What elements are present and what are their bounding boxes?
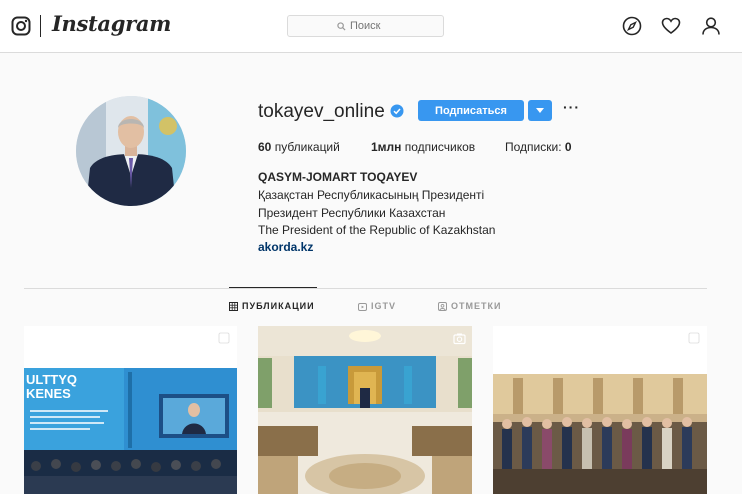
bio-website-link[interactable]: akorda.kz bbox=[258, 240, 313, 254]
carousel-icon bbox=[218, 332, 230, 344]
tagged-icon bbox=[438, 301, 447, 311]
profile-avatar bbox=[76, 96, 186, 206]
search-input[interactable] bbox=[350, 20, 394, 32]
search-icon bbox=[337, 21, 346, 31]
bio-line: Қазақстан Республикасының Президенті bbox=[258, 188, 485, 202]
banner-text: KENES bbox=[26, 386, 71, 401]
more-options-icon[interactable]: ··· bbox=[563, 100, 579, 118]
profile-username: tokayev_online bbox=[258, 101, 385, 122]
tab-tagged[interactable]: ОТМЕТКИ bbox=[438, 301, 501, 311]
post-thumbnail[interactable] bbox=[258, 326, 472, 494]
followers-count: 1млн bbox=[371, 140, 402, 154]
instagram-glyph-icon[interactable] bbox=[11, 16, 31, 36]
tabs-divider bbox=[24, 288, 707, 289]
post-image: ULTTYQ KENES bbox=[24, 326, 237, 494]
user-icon[interactable] bbox=[701, 16, 721, 36]
stat-following[interactable]: Подписки: 0 bbox=[505, 140, 572, 154]
compass-icon[interactable] bbox=[622, 16, 642, 36]
tab-igtv[interactable]: IGTV bbox=[358, 301, 396, 311]
follow-button[interactable]: Подписаться bbox=[418, 100, 524, 121]
post-image bbox=[258, 326, 472, 494]
carousel-icon bbox=[688, 332, 700, 344]
igtv-icon bbox=[358, 302, 367, 311]
heart-icon[interactable] bbox=[661, 16, 681, 36]
bio-full-name: QASYM-JOMART TOQAYEV bbox=[258, 170, 418, 184]
stat-followers[interactable]: 1млн подписчиков bbox=[371, 140, 475, 154]
camera-icon bbox=[453, 333, 466, 345]
bio-line: Президент Республики Казахстан bbox=[258, 206, 446, 220]
post-thumbnail[interactable] bbox=[493, 326, 707, 494]
logo-divider bbox=[40, 15, 41, 37]
instagram-wordmark[interactable]: Instagram bbox=[52, 11, 171, 36]
post-thumbnail[interactable]: ULTTYQ KENES bbox=[24, 326, 237, 494]
posts-label: публикаций bbox=[274, 140, 340, 154]
following-label: Подписки: bbox=[505, 140, 562, 154]
active-tab-indicator bbox=[229, 287, 317, 288]
post-image bbox=[493, 326, 707, 494]
verified-badge-icon bbox=[390, 104, 404, 118]
following-count: 0 bbox=[564, 140, 572, 154]
grid-icon bbox=[229, 301, 238, 311]
followers-label: подписчиков bbox=[404, 140, 476, 154]
top-nav: Instagram bbox=[0, 0, 742, 53]
banner-text: ULTTYQ bbox=[26, 372, 77, 387]
tab-label: ПУБЛИКАЦИИ bbox=[242, 301, 315, 311]
tab-label: ОТМЕТКИ bbox=[451, 301, 502, 311]
bio-line: The President of the Republic of Kazakhs… bbox=[258, 223, 496, 237]
search-box[interactable] bbox=[287, 15, 444, 37]
chevron-down-icon bbox=[536, 107, 544, 113]
posts-count: 60 bbox=[258, 140, 272, 154]
suggestions-dropdown-button[interactable] bbox=[528, 100, 552, 121]
tab-posts[interactable]: ПУБЛИКАЦИИ bbox=[229, 301, 315, 311]
tab-label: IGTV bbox=[371, 301, 397, 311]
stat-posts: 60 публикаций bbox=[258, 140, 340, 154]
